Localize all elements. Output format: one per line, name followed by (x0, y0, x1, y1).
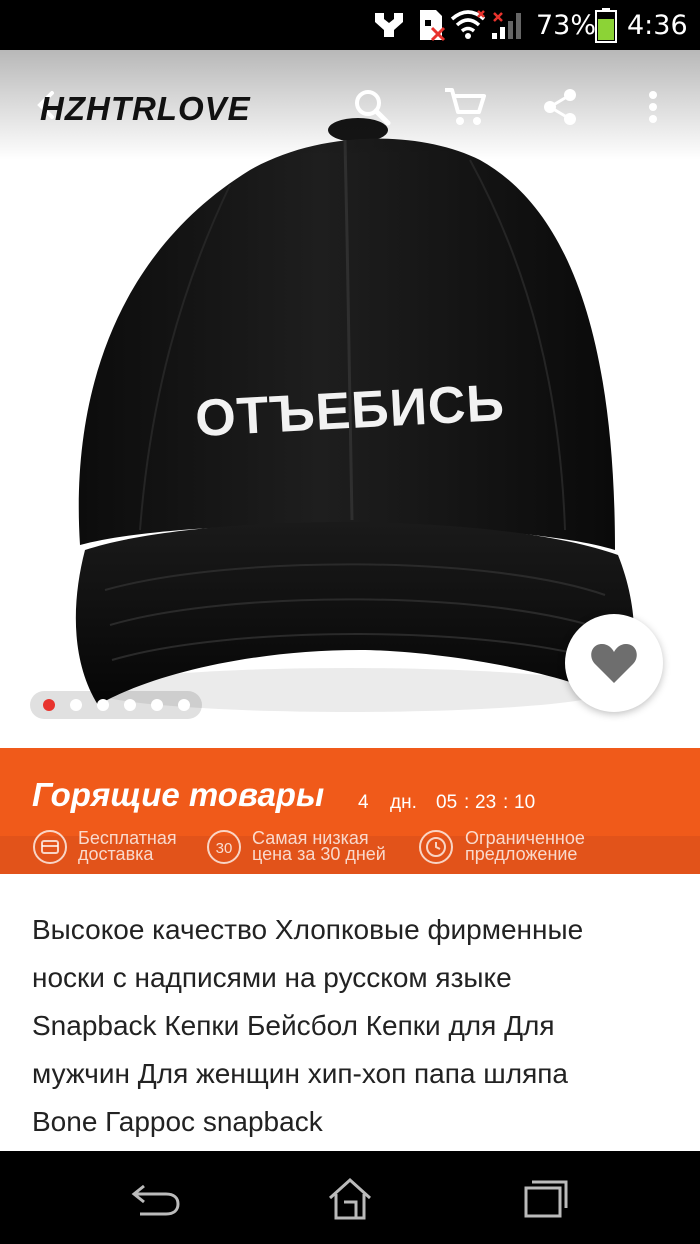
battery-icon (595, 0, 617, 50)
brand-name: HZHTRLOVE (40, 90, 251, 127)
nav-home-button[interactable] (320, 1170, 380, 1226)
carousel-dot[interactable] (124, 699, 136, 711)
signal-icon (490, 0, 526, 50)
countdown-days-label: дн. (390, 792, 417, 813)
countdown-seconds: 10 (514, 792, 536, 813)
sim-icon (418, 0, 446, 50)
more-button[interactable] (628, 82, 678, 132)
battery-percent: 73% (536, 9, 597, 41)
feature-limited-offer: Ограниченное предложение (465, 828, 585, 864)
cart-button[interactable] (440, 82, 490, 132)
title-line: мужчин Для женщин хип-хоп папа шляпа (32, 1058, 568, 1089)
deals-title: Горящие товары (32, 776, 325, 813)
svg-text:30: 30 (216, 840, 233, 857)
title-line: Snapback Кепки Бейсбол Кепки для Для (32, 1010, 555, 1041)
product-image[interactable]: ОТЪЕБИСЬ HZHTRLOVE (0, 50, 700, 748)
wifi-icon (450, 0, 486, 50)
search-icon (355, 90, 391, 126)
30-days-icon: 30 (207, 830, 241, 864)
carousel-dot[interactable] (178, 699, 190, 711)
search-button[interactable] (347, 82, 397, 132)
product-title: Высокое качество Хлопковые фирменные нос… (32, 906, 672, 1146)
clock-time: 4:36 (627, 9, 688, 41)
feature-free-delivery: Бесплатная доставка (78, 828, 177, 864)
cart-icon (445, 88, 486, 125)
clock-icon (419, 830, 453, 864)
recents-icon (524, 1180, 568, 1218)
title-line: Высокое качество Хлопковые фирменные (32, 914, 584, 945)
carousel-indicator[interactable] (30, 691, 202, 719)
countdown-hours: 05 (436, 792, 458, 813)
carousel-dot[interactable] (151, 699, 163, 711)
nav-recents-button[interactable] (514, 1170, 574, 1226)
heart-icon (591, 644, 637, 683)
countdown-minutes: 23 (475, 792, 497, 813)
delivery-icon (33, 830, 67, 864)
carousel-dot[interactable] (97, 699, 109, 711)
status-bar: 73% 4:36 (0, 0, 700, 50)
carousel-dot[interactable] (43, 699, 55, 711)
wishlist-button[interactable] (565, 614, 663, 712)
carousel-dot[interactable] (70, 699, 82, 711)
title-line: носки с надписями на русском языке (32, 962, 512, 993)
nav-back-button[interactable] (126, 1170, 186, 1226)
more-icon (649, 91, 657, 123)
share-icon (544, 89, 576, 125)
title-line: Bone Гаррос snapback (32, 1106, 323, 1137)
countdown-days: 4 (358, 792, 369, 813)
nav-back-icon (131, 1184, 180, 1216)
home-icon (328, 1177, 372, 1220)
usb-debug-icon (372, 0, 406, 50)
countdown-sep: : (503, 792, 509, 813)
share-button[interactable] (535, 82, 585, 132)
countdown-sep: : (464, 792, 470, 813)
feature-lowest-price: Самая низкая цена за 30 дней (252, 828, 386, 864)
